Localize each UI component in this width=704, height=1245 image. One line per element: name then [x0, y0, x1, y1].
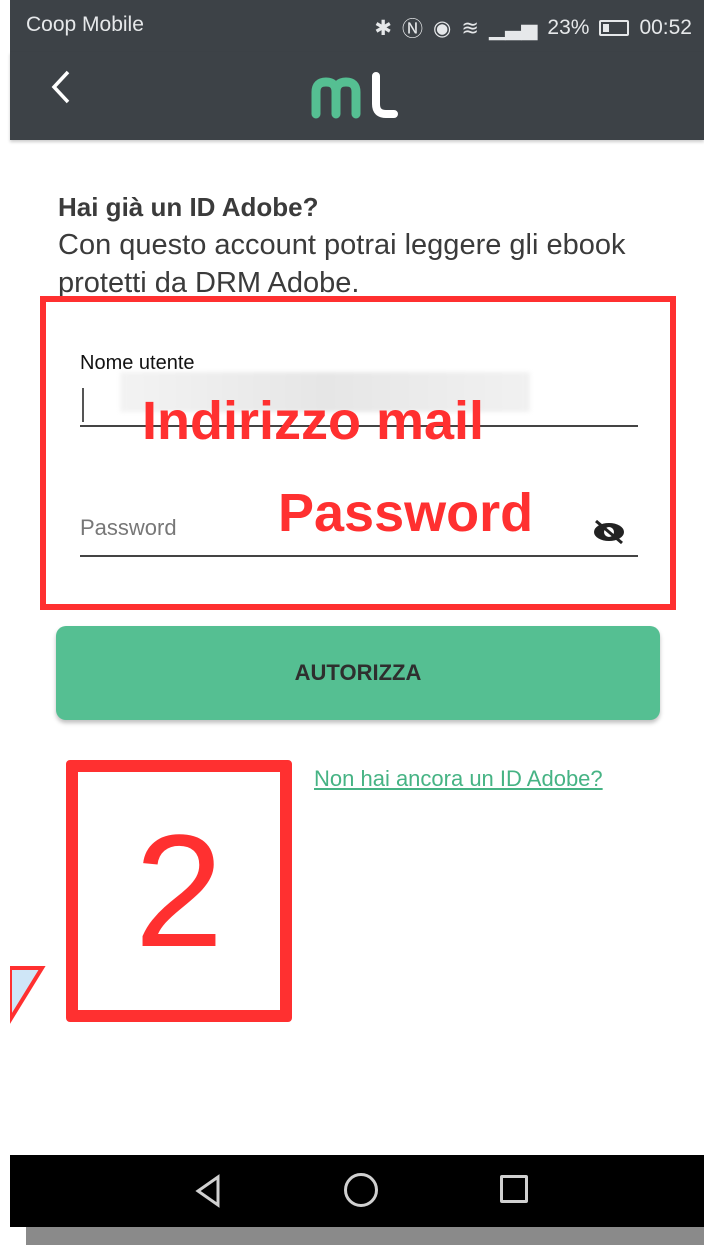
- annotation-email: Indirizzo mail: [142, 391, 485, 451]
- battery-icon: [599, 20, 630, 36]
- signal-icon: ▁▃▅: [488, 16, 538, 40]
- system-nav-bar: [10, 1155, 704, 1227]
- form-description: Con questo account potrai leggere gli eb…: [58, 229, 626, 299]
- callout-arrow: [10, 966, 46, 1024]
- annotation-password: Password: [278, 483, 534, 543]
- ml-logo: [311, 72, 398, 119]
- battery-percent: 23%: [547, 16, 590, 39]
- status-icons: ✱ Ⓝ ◉ ≋ ▁▃▅ 23% 00:52: [374, 13, 692, 43]
- nav-back-icon[interactable]: [190, 1173, 226, 1209]
- carrier-name: Coop Mobile: [26, 13, 144, 36]
- step-number: 2: [134, 801, 224, 980]
- app-bar: [10, 52, 704, 140]
- screen: Coop Mobile ✱ Ⓝ ◉ ≋ ▁▃▅ 23% 00:52 Hai gi…: [10, 0, 704, 1245]
- step-number-annotation: 2: [66, 760, 292, 1022]
- form-heading: Hai già un ID Adobe?: [58, 192, 319, 222]
- annotation-frame: [40, 296, 676, 610]
- wifi-icon: ≋: [461, 16, 479, 40]
- bottom-shadow: [26, 1227, 704, 1245]
- clock: 00:52: [639, 16, 692, 39]
- nav-recent-icon[interactable]: [500, 1175, 528, 1203]
- signup-link[interactable]: Non hai ancora un ID Adobe?: [314, 766, 603, 792]
- authorize-button[interactable]: AUTORIZZA: [56, 626, 660, 720]
- nav-home-icon[interactable]: [344, 1173, 378, 1207]
- eye-comfort-icon: ◉: [433, 16, 452, 40]
- nfc-icon: Ⓝ: [402, 18, 424, 41]
- bluetooth-icon: ✱: [374, 16, 393, 40]
- chevron-left-icon[interactable]: [38, 62, 88, 112]
- status-bar: Coop Mobile ✱ Ⓝ ◉ ≋ ▁▃▅ 23% 00:52: [10, 0, 704, 52]
